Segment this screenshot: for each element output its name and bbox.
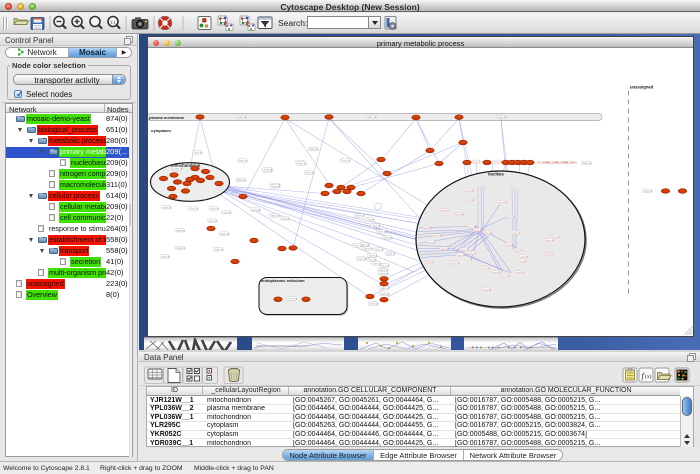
svg-text:Gene (a): Gene (a) [466,190,475,192]
svg-text:Gene (a): Gene (a) [483,289,492,291]
svg-text:Gene (a): Gene (a) [368,260,377,262]
svg-text:Gene (a): Gene (a) [519,261,528,263]
svg-text:Gene (a): Gene (a) [474,230,483,232]
svg-text:Gene (a): Gene (a) [512,233,521,235]
svg-text:Gene (a): Gene (a) [238,117,247,119]
svg-text:Gene (a): Gene (a) [520,256,529,258]
svg-text:Gene (a): Gene (a) [381,294,390,296]
svg-text:Gene (a): Gene (a) [342,161,351,163]
svg-text:(x): (x) [645,373,652,380]
svg-text:Gene (a): Gene (a) [288,299,297,301]
svg-text:YKL120W-C: YKL120W-C [564,162,578,165]
svg-text:Gene (a): Gene (a) [492,272,501,274]
svg-text:Gene (a): Gene (a) [434,235,443,237]
svg-text:Gene (a): Gene (a) [194,153,203,155]
svg-text:Gene (a): Gene (a) [380,273,389,275]
svg-text:Gene (a): Gene (a) [209,221,218,223]
svg-text:Gene (a): Gene (a) [583,163,592,165]
svg-text:Gene (a): Gene (a) [306,173,315,175]
svg-text:Gene (a): Gene (a) [354,246,363,248]
svg-text:Gene (a): Gene (a) [215,249,224,251]
svg-text:Gene (a): Gene (a) [515,250,524,252]
svg-text:Gene (a): Gene (a) [455,214,464,216]
svg-text:Gene (a): Gene (a) [452,263,461,265]
svg-text:Gene (a): Gene (a) [506,244,515,246]
svg-text:Gene (a): Gene (a) [552,236,561,238]
svg-text:Gene (a): Gene (a) [381,266,390,268]
svg-text:Gene (a): Gene (a) [271,186,280,188]
svg-text:Gene (a): Gene (a) [441,210,450,212]
svg-text:Gene (a): Gene (a) [482,268,491,270]
svg-text:1:1: 1:1 [110,19,116,24]
svg-text:Gene (a): Gene (a) [366,220,375,222]
svg-text:cytoplasm: cytoplasm [151,128,171,133]
svg-text:Gene (a): Gene (a) [507,217,516,219]
svg-text:Gene (a): Gene (a) [516,272,525,274]
svg-text:Gene (a): Gene (a) [466,200,475,202]
svg-text:Gene (a): Gene (a) [298,164,307,166]
svg-text:Gene (a): Gene (a) [381,288,390,290]
svg-text:Gene (a): Gene (a) [372,226,381,228]
svg-text:Gene (a): Gene (a) [252,210,261,212]
svg-text:Gene (a): Gene (a) [356,216,365,218]
svg-text:Gene (a): Gene (a) [499,202,508,204]
svg-text:Gene (a): Gene (a) [310,149,319,151]
svg-text:Gene (a): Gene (a) [461,249,470,251]
svg-text:Gene (a): Gene (a) [473,162,482,164]
svg-text:Gene (a): Gene (a) [484,232,493,234]
svg-text:Gene (a): Gene (a) [281,218,290,220]
svg-text:Gene (a): Gene (a) [237,180,246,182]
svg-text:Gene (a): Gene (a) [468,253,477,255]
svg-text:Gene (a): Gene (a) [373,264,382,266]
svg-text:Gene (a): Gene (a) [370,304,379,306]
svg-text:Gene (a): Gene (a) [223,212,232,214]
svg-text:Gene (a): Gene (a) [174,169,183,171]
svg-text:Gene (a): Gene (a) [498,117,507,119]
svg-text:Gene (a): Gene (a) [239,161,248,163]
svg-text:unassigned: unassigned [630,85,654,90]
svg-text:Gene (a): Gene (a) [176,230,185,232]
svg-text:endoplasmic reticulum: endoplasmic reticulum [261,278,305,283]
svg-text:Gene (a): Gene (a) [546,240,555,242]
svg-text:Gene (a): Gene (a) [210,209,219,211]
svg-text:Gene (a): Gene (a) [177,248,186,250]
svg-text:Gene (a): Gene (a) [424,227,433,229]
svg-text:Gene (a): Gene (a) [368,117,377,119]
svg-text:Gene (a): Gene (a) [264,170,273,172]
svg-text:Gene (a): Gene (a) [644,191,653,193]
svg-text:Gene (a): Gene (a) [545,254,554,256]
svg-text:plasma membrane: plasma membrane [149,115,185,120]
svg-text:Gene (a): Gene (a) [163,207,172,209]
svg-text:Gene (a): Gene (a) [468,226,477,228]
svg-text:Gene (a): Gene (a) [221,234,230,236]
svg-text:Gene (a): Gene (a) [375,250,384,252]
svg-text:Gene (a): Gene (a) [425,262,434,264]
svg-text:Gene (a): Gene (a) [494,162,503,164]
svg-text:nucleus: nucleus [488,172,504,177]
svg-text:Gene (a): Gene (a) [161,257,170,259]
svg-text:Gene (a): Gene (a) [387,254,396,256]
svg-text:Gene (a): Gene (a) [369,256,378,258]
svg-text:Gene (a): Gene (a) [384,238,393,240]
svg-text:Gene (a): Gene (a) [364,249,373,251]
svg-text:Gene (a): Gene (a) [457,254,466,256]
svg-text:Gene (a): Gene (a) [428,242,437,244]
svg-text:Gene (a): Gene (a) [441,248,450,250]
svg-text:Gene (a): Gene (a) [358,259,367,261]
svg-text:Gene (a): Gene (a) [502,276,511,278]
svg-text:Gene (a): Gene (a) [271,216,280,218]
svg-text:Gene (a): Gene (a) [378,232,387,234]
svg-text:Gene (a): Gene (a) [190,209,199,211]
